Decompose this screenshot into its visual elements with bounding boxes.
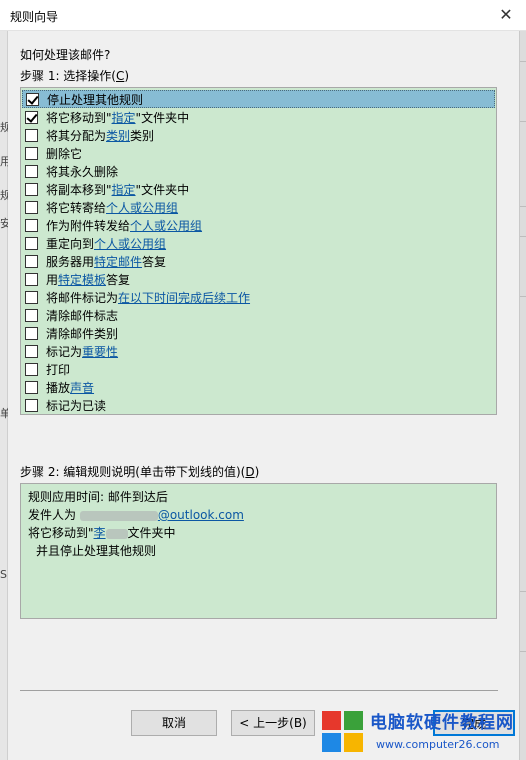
value-link[interactable]: 在以下时间完成后续工作 [118, 289, 250, 306]
actions-list[interactable]: 停止处理其他规则 将它移动到" 指定 "文件夹中 将其分配为 类别 类别 删除它 将… [20, 87, 497, 415]
checkbox[interactable] [25, 182, 38, 196]
checkbox[interactable] [25, 254, 38, 268]
action-row[interactable]: 将其永久删除 [22, 162, 495, 180]
action-row[interactable]: 将副本移到" 指定 "文件夹中 [22, 180, 495, 198]
checkbox[interactable] [25, 218, 38, 232]
redacted-text [79, 510, 158, 521]
action-row[interactable]: 清除邮件标志 [22, 306, 495, 324]
action-row[interactable]: 作为附件转发给 个人或公用组 [22, 216, 495, 234]
windows-logo-icon [322, 711, 364, 753]
value-link[interactable]: 重要性 [82, 343, 118, 360]
rule-description-box[interactable]: 规则应用时间: 邮件到达后 发件人为 @outlook.com 将它移动到"李文… [20, 483, 497, 619]
action-row[interactable]: 标记为 重要性 [22, 342, 495, 360]
desc-line: 将它移动到"李 文件夹中 [28, 526, 176, 540]
title-bar: 规则向导 ✕ [0, 0, 526, 31]
value-link[interactable]: 特定模板 [58, 271, 106, 288]
prompt-label: 如何处理该邮件? [20, 48, 111, 62]
value-link[interactable]: 个人或公用组 [94, 235, 166, 252]
close-icon[interactable]: ✕ [492, 3, 520, 27]
action-row[interactable]: 清除邮件类别 [22, 324, 495, 342]
watermark-url: www.computer26.com [376, 738, 500, 751]
checkbox[interactable] [25, 290, 38, 304]
bg-fragment: S [0, 568, 7, 581]
action-row[interactable]: 将其分配为 类别 类别 [22, 126, 495, 144]
action-row[interactable]: 删除它 [22, 144, 495, 162]
window-title: 规则向导 [10, 10, 59, 24]
action-row[interactable]: 将它移动到" 指定 "文件夹中 [22, 108, 495, 126]
desc-line: 规则应用时间: 邮件到达后 [28, 490, 168, 504]
folder-link[interactable]: 李 [94, 526, 106, 540]
checkbox[interactable] [25, 164, 38, 178]
watermark: 电脑软硬件教程网 www.computer26.com [318, 707, 526, 760]
checkbox[interactable] [25, 146, 38, 160]
checkbox[interactable] [25, 110, 38, 124]
step1-label: 步骤 1: 选择操作(C) [20, 69, 130, 83]
action-row[interactable]: 将它转寄给 个人或公用组 [22, 198, 495, 216]
bg-fragment: 规 [0, 189, 8, 202]
sender-link[interactable]: @outlook.com [158, 508, 244, 522]
bg-fragment: 规 [0, 121, 8, 134]
desc-line: 并且停止处理其他规则 [36, 544, 157, 558]
value-link[interactable]: 个人或公用组 [106, 199, 178, 216]
checkbox[interactable] [26, 92, 39, 106]
checkbox[interactable] [25, 236, 38, 250]
redacted-text [105, 528, 128, 539]
separator [20, 690, 498, 691]
action-row[interactable]: 服务器用 特定邮件 答复 [22, 252, 495, 270]
background-window-edge: 规 用 规 安 单 S [0, 31, 8, 760]
value-link[interactable]: 个人或公用组 [130, 217, 202, 234]
action-row[interactable]: 停止处理其他规则 [22, 90, 495, 108]
checkbox[interactable] [25, 398, 38, 412]
action-row[interactable]: 重定向到 个人或公用组 [22, 234, 495, 252]
action-row[interactable]: 打印 [22, 360, 495, 378]
cancel-button[interactable]: 取消 [131, 710, 217, 736]
action-row[interactable]: 将邮件标记为 在以下时间完成后续工作 [22, 288, 495, 306]
value-link[interactable]: 指定 [112, 109, 136, 126]
value-link[interactable]: 类别 [106, 127, 130, 144]
background-window-edge-right [519, 31, 526, 760]
watermark-title: 电脑软硬件教程网 [370, 713, 514, 733]
value-link[interactable]: 指定 [112, 181, 136, 198]
bg-fragment: 安 [0, 217, 8, 230]
checkbox[interactable] [25, 272, 38, 286]
desc-line: 发件人为 @outlook.com [28, 508, 244, 522]
action-row[interactable]: 播放 声音 [22, 378, 495, 396]
checkbox[interactable] [25, 362, 38, 376]
value-link[interactable]: 特定邮件 [94, 253, 142, 270]
checkbox[interactable] [25, 200, 38, 214]
bg-fragment: 单 [0, 407, 8, 420]
checkbox[interactable] [25, 380, 38, 394]
bg-fragment: 用 [0, 155, 8, 168]
action-row[interactable]: 标记为已读 [22, 396, 495, 414]
checkbox[interactable] [25, 128, 38, 142]
action-row[interactable]: 用 特定模板 答复 [22, 270, 495, 288]
back-button[interactable]: < 上一步(B) [231, 710, 315, 736]
checkbox[interactable] [25, 308, 38, 322]
checkbox[interactable] [25, 344, 38, 358]
checkbox[interactable] [25, 326, 38, 340]
value-link[interactable]: 声音 [70, 379, 94, 396]
step2-label: 步骤 2: 编辑规则说明(单击带下划线的值)(D) [20, 465, 260, 479]
